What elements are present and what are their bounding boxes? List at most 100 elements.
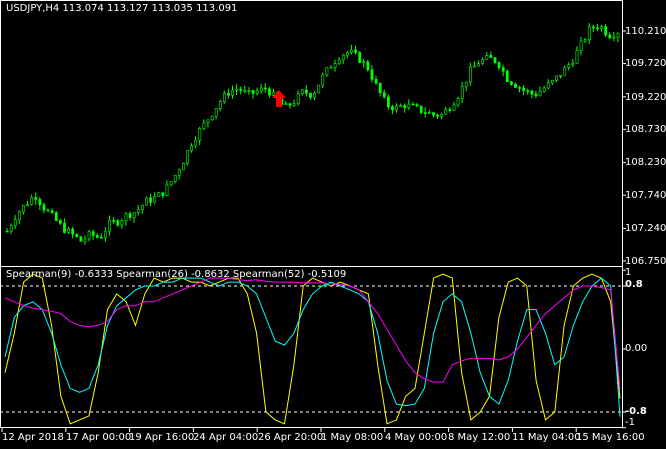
candle-body — [79, 236, 83, 242]
candle-body — [583, 39, 587, 42]
candle-body — [50, 210, 54, 213]
candle-body — [132, 212, 136, 218]
candle-body — [555, 75, 558, 81]
candle-body — [325, 67, 329, 76]
x-axis-label: 12 Apr 2018 — [2, 432, 64, 443]
candle-body — [321, 74, 325, 86]
x-axis-label: 15 May 16:00 — [576, 432, 645, 443]
main-chart-title: USDJPY,H4 113.074 113.127 113.035 113.09… — [6, 3, 238, 14]
candle-body — [112, 220, 116, 222]
candle-body — [358, 52, 362, 63]
y-tick-label: 107.240 — [625, 223, 666, 234]
candle-body — [202, 122, 206, 129]
candle-body — [190, 145, 194, 151]
indicator-title: Spearman(9) -0.6333 Spearman(26) -0.8632… — [6, 269, 347, 280]
x-axis-label: 1 May 08:00 — [321, 432, 384, 443]
candle-body — [42, 204, 46, 211]
candle-body — [263, 87, 267, 90]
y-tick-label: 108.230 — [625, 157, 666, 168]
candle-body — [169, 181, 173, 186]
candle-body — [153, 196, 157, 203]
candle-body — [251, 90, 255, 94]
candle-body — [108, 220, 112, 232]
candle-body — [399, 105, 403, 107]
candle-body — [26, 204, 30, 206]
candle-body — [345, 52, 349, 56]
candle-body — [136, 209, 140, 213]
candle-body — [149, 197, 153, 203]
candle-body — [427, 112, 431, 114]
candle-body — [128, 213, 132, 218]
candle-body — [386, 96, 390, 108]
candle-body — [243, 90, 247, 92]
candle-body — [300, 89, 304, 95]
candle-body — [538, 90, 542, 97]
candle-body — [468, 66, 472, 83]
candle-body — [432, 112, 435, 116]
candle-body — [91, 231, 95, 236]
candle-body — [239, 88, 243, 91]
candle-body — [30, 197, 34, 205]
candle-body — [497, 62, 501, 68]
candle-body — [448, 109, 452, 111]
candle-body — [71, 228, 75, 235]
candle-body — [120, 220, 124, 226]
candle-body — [473, 65, 476, 68]
candle-body — [350, 49, 353, 53]
candle-body — [100, 236, 103, 239]
candle-body — [370, 69, 374, 80]
candle-body — [596, 27, 599, 30]
candle-body — [374, 79, 378, 84]
candle-body — [600, 26, 604, 29]
candle-body — [514, 83, 517, 88]
candle-body — [63, 222, 66, 233]
x-axis-label: 4 May 00:00 — [385, 432, 448, 443]
candle-body — [333, 63, 337, 68]
candle-body — [214, 108, 218, 117]
candle-body — [247, 90, 251, 92]
chart-frame — [0, 0, 623, 428]
y-tick-label: 109.220 — [625, 92, 666, 103]
candle-body — [34, 197, 38, 200]
candle-body — [550, 79, 554, 84]
candle-body — [177, 169, 181, 176]
candle-body — [313, 92, 317, 98]
candle-body — [194, 139, 198, 147]
candle-body — [460, 86, 464, 99]
candle-body — [157, 192, 161, 198]
candle-body — [571, 63, 575, 66]
candle-body — [317, 84, 321, 94]
candle-body — [83, 238, 87, 242]
candle-body — [259, 87, 263, 92]
candle-body — [575, 50, 579, 64]
x-axis-label: 19 Apr 16:00 — [129, 432, 195, 443]
candle-body — [382, 92, 386, 98]
candle-body — [304, 89, 308, 94]
candle-body — [542, 87, 546, 92]
candle-body — [141, 204, 144, 211]
candle-body — [411, 103, 415, 106]
chart-canvas[interactable] — [0, 0, 666, 449]
candle-body — [505, 70, 509, 83]
candle-body — [210, 115, 214, 121]
y-tick-label: 110.210 — [625, 26, 666, 37]
candle-body — [161, 192, 165, 196]
candle-body — [186, 150, 189, 164]
candle-body — [444, 109, 448, 115]
candle-body — [452, 104, 456, 111]
y-tick-label: 108.730 — [625, 124, 666, 135]
candle-body — [616, 33, 620, 38]
candle-body — [309, 92, 312, 98]
candle-body — [546, 82, 550, 89]
y-tick-label: 106.750 — [625, 256, 666, 267]
candle-body — [341, 54, 345, 61]
candle-body — [415, 104, 419, 107]
candle-body — [612, 36, 616, 39]
indicator-level-label: 0.8 — [625, 279, 643, 290]
candle-body — [608, 34, 612, 39]
candle-body — [522, 87, 526, 91]
candle-body — [182, 162, 185, 171]
candle-body — [391, 106, 394, 111]
candle-body — [591, 26, 595, 29]
indicator-line-spearman9 — [4, 273, 621, 425]
